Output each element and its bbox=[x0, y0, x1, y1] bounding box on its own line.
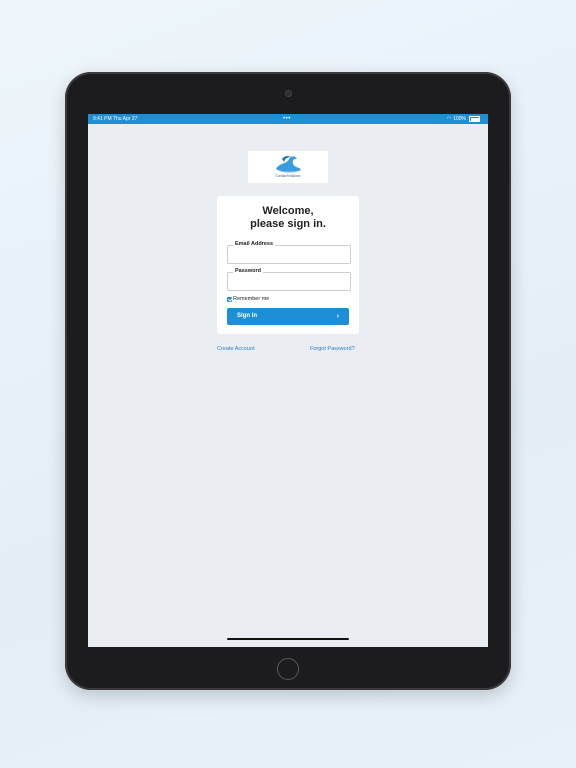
home-button[interactable] bbox=[277, 658, 299, 680]
home-indicator[interactable] bbox=[227, 638, 349, 640]
welcome-line-1: Welcome, bbox=[262, 205, 314, 217]
logo-text: CardiacSolutions bbox=[275, 174, 301, 178]
logo-wave-icon bbox=[276, 155, 301, 173]
remember-me-checkbox[interactable] bbox=[227, 296, 232, 302]
battery-icon bbox=[469, 116, 480, 122]
status-time: 9:41 PM Thu Apr 27 bbox=[93, 116, 138, 122]
chevron-right-icon: › bbox=[336, 313, 339, 320]
email-label: Email Address bbox=[233, 241, 276, 247]
remember-me-row[interactable]: Remember me bbox=[227, 296, 269, 302]
status-bar: 9:41 PM Thu Apr 27 ••• ◠ 100% bbox=[88, 114, 488, 124]
create-account-link[interactable]: Create Account bbox=[217, 346, 255, 352]
battery-percent: 100% bbox=[453, 116, 466, 122]
welcome-line-2: please sign in. bbox=[250, 218, 326, 230]
password-input[interactable] bbox=[232, 277, 348, 289]
sign-in-button[interactable]: Sign In › bbox=[227, 308, 349, 325]
password-field[interactable]: Password bbox=[227, 268, 351, 291]
email-input[interactable] bbox=[232, 250, 348, 262]
wifi-icon: ◠ bbox=[446, 116, 452, 122]
remember-me-label: Remember me bbox=[233, 296, 270, 302]
email-field[interactable]: Email Address bbox=[227, 241, 351, 264]
login-card: Welcome, please sign in. Email Address P… bbox=[217, 196, 359, 334]
company-logo: CardiacSolutions bbox=[248, 151, 328, 183]
forgot-password-link[interactable]: Forgot Password? bbox=[310, 346, 355, 352]
status-right: ◠ 100% bbox=[447, 114, 480, 124]
camera-icon bbox=[285, 90, 292, 97]
sign-in-label: Sign In bbox=[237, 313, 257, 319]
app-screen: 9:41 PM Thu Apr 27 ••• ◠ 100% CardiacSol… bbox=[88, 114, 488, 647]
welcome-heading: Welcome, please sign in. bbox=[217, 205, 359, 231]
multitasking-dots[interactable]: ••• bbox=[283, 114, 291, 124]
password-label: Password bbox=[233, 268, 263, 274]
